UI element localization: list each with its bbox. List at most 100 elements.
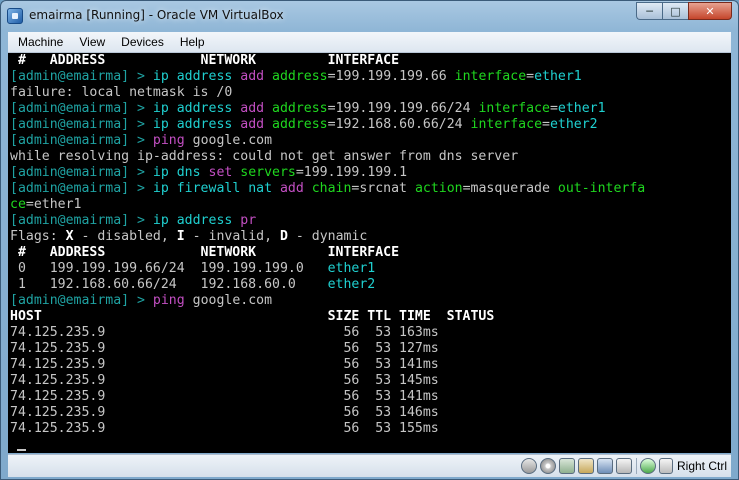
network-icon[interactable] bbox=[596, 458, 613, 474]
console-text-segment: = bbox=[542, 117, 550, 132]
console-text-segment: ether1 bbox=[534, 69, 582, 84]
console-text-segment: interface bbox=[454, 69, 527, 84]
console-text-segment: [admin@emairma] > bbox=[10, 69, 153, 84]
virtualbox-app-icon bbox=[7, 8, 23, 24]
menu-bar: Machine View Devices Help bbox=[8, 32, 731, 53]
text-cursor bbox=[17, 449, 26, 451]
display-icon[interactable] bbox=[615, 458, 632, 474]
console-line: [admin@emairma] > ip address pr bbox=[8, 213, 731, 229]
menu-machine[interactable]: Machine bbox=[12, 35, 69, 49]
console-line: failure: local netmask is /0 bbox=[8, 85, 731, 101]
console-text-segment: =199.199.199.66/24 bbox=[327, 101, 479, 116]
console-text-segment: =srcnat bbox=[351, 181, 415, 196]
console-line: HOST SIZE TTL TIME STATUS bbox=[8, 309, 731, 325]
console-line: while resolving ip-address: could not ge… bbox=[8, 149, 731, 165]
console-text-segment: ping bbox=[152, 133, 185, 148]
console-text-segment: =192.168.60.66/24 bbox=[327, 117, 471, 132]
console-text-segment: ip dns bbox=[152, 165, 201, 180]
console-line: 74.125.235.9 56 53 141ms bbox=[8, 357, 731, 373]
status-icons: Right Ctrl bbox=[518, 457, 727, 475]
console-line: # ADDRESS NETWORK INTERFACE bbox=[8, 245, 731, 261]
title-bar[interactable]: emairma [Running] - Oracle VM VirtualBox… bbox=[1, 1, 738, 31]
virtualbox-window: emairma [Running] - Oracle VM VirtualBox… bbox=[0, 0, 739, 480]
cd-icon[interactable] bbox=[539, 458, 556, 474]
console-text-segment: [admin@emairma] > bbox=[10, 165, 153, 180]
console-text-segment: address bbox=[264, 69, 328, 84]
console-text-segment: Flags: bbox=[10, 229, 66, 244]
console-text-segment: =masquerade bbox=[462, 181, 558, 196]
console-text-segment: [admin@emairma] > bbox=[10, 293, 153, 308]
console-text-segment: 74.125.235.9 56 53 141ms bbox=[10, 357, 439, 372]
console-text-segment: [admin@emairma] > bbox=[10, 181, 153, 196]
status-separator bbox=[635, 458, 637, 474]
console-text-segment: action bbox=[414, 181, 463, 196]
console-line: 1 192.168.60.66/24 192.168.60.0 ether2 bbox=[8, 277, 731, 293]
console-text-segment: [admin@emairma] > bbox=[10, 101, 153, 116]
console-text-segment: 74.125.235.9 56 53 127ms bbox=[10, 341, 439, 356]
console-text-segment: address bbox=[264, 101, 328, 116]
console-line: Flags: X - disabled, I - invalid, D - dy… bbox=[8, 229, 731, 245]
console-line: [admin@emairma] > ip dns set servers=199… bbox=[8, 165, 731, 181]
console-text-segment: while resolving ip-address: could not ge… bbox=[10, 149, 519, 164]
console-line: 0 199.199.199.66/24 199.199.199.0 ether1 bbox=[8, 261, 731, 277]
console-line: 74.125.235.9 56 53 146ms bbox=[8, 405, 731, 421]
console-text-segment: ip address bbox=[152, 117, 233, 132]
console-line: ce=ether1 bbox=[8, 197, 731, 213]
console-text-segment: add bbox=[232, 117, 265, 132]
hdd-icon[interactable] bbox=[520, 458, 537, 474]
console-text-segment: add bbox=[232, 69, 265, 84]
host-key-icon bbox=[658, 458, 673, 474]
menu-devices[interactable]: Devices bbox=[115, 35, 170, 49]
console-text-segment: 1 192.168.60.66/24 192.168.60.0 bbox=[10, 277, 328, 292]
mouse-integration-icon[interactable] bbox=[639, 458, 656, 474]
console-text-segment: [admin@emairma] > bbox=[10, 117, 153, 132]
console-text-segment: - invalid, bbox=[184, 229, 280, 244]
console-line: # ADDRESS NETWORK INTERFACE bbox=[8, 53, 731, 69]
console-text-segment: =199.199.199.1 bbox=[295, 165, 408, 180]
console-text-segment: ether2 bbox=[327, 277, 376, 292]
maximize-button[interactable]: □ bbox=[662, 2, 688, 20]
console-line: 74.125.235.9 56 53 155ms bbox=[8, 421, 731, 437]
console-text-segment: =199.199.199.66 bbox=[327, 69, 455, 84]
host-key-label: Right Ctrl bbox=[676, 459, 727, 473]
console-text-segment: =ether1 bbox=[25, 197, 82, 212]
status-bar: Right Ctrl bbox=[8, 454, 731, 477]
menu-help[interactable]: Help bbox=[174, 35, 211, 49]
console-text-segment: ce bbox=[10, 197, 26, 212]
console-text-segment: ether1 bbox=[327, 261, 376, 276]
console-text-segment: address bbox=[264, 117, 328, 132]
console-text-segment: interface bbox=[478, 101, 550, 116]
console-text-segment: failure: local netmask is /0 bbox=[10, 85, 233, 100]
console-text-segment: # ADDRESS NETWORK INTERFACE bbox=[10, 245, 400, 260]
window-controls: ─ □ ✕ bbox=[636, 2, 732, 21]
console-line: 74.125.235.9 56 53 145ms bbox=[8, 373, 731, 389]
menu-view[interactable]: View bbox=[73, 35, 111, 49]
console-text-segment: = bbox=[526, 69, 535, 84]
console-text-segment: servers bbox=[232, 165, 296, 180]
console-text-segment: [admin@emairma] > bbox=[10, 213, 153, 228]
console-text-segment: ip address bbox=[152, 213, 233, 228]
usb-icon[interactable] bbox=[558, 458, 575, 474]
console-line: [admin@emairma] > ip address add address… bbox=[8, 117, 731, 133]
console-text-segment: ip address bbox=[152, 101, 233, 116]
close-button[interactable]: ✕ bbox=[688, 2, 732, 20]
console-text-segment: pr bbox=[232, 213, 257, 228]
console-text-segment: google.com bbox=[184, 133, 273, 148]
console-text-segment: chain bbox=[303, 181, 352, 196]
console-line: 74.125.235.9 56 53 127ms bbox=[8, 341, 731, 357]
shared-folders-icon[interactable] bbox=[577, 458, 594, 474]
console-text-segment: 74.125.235.9 56 53 141ms bbox=[10, 389, 439, 404]
console-text-segment: 74.125.235.9 56 53 155ms bbox=[10, 421, 439, 436]
console-text-segment: 0 199.199.199.66/24 199.199.199.0 bbox=[10, 261, 328, 276]
console-text-segment: ping bbox=[152, 293, 185, 308]
console-text-segment: 74.125.235.9 56 53 145ms bbox=[10, 373, 439, 388]
console-text-segment: ether1 bbox=[557, 101, 606, 116]
vm-console[interactable]: # ADDRESS NETWORK INTERFACE [admin@emairm… bbox=[8, 53, 731, 453]
console-text-segment: [admin@emairma] > bbox=[10, 133, 153, 148]
console-line: 74.125.235.9 56 53 163ms bbox=[8, 325, 731, 341]
console-text-segment: - disabled, bbox=[73, 229, 177, 244]
console-text-segment: HOST SIZE TTL TIME STATUS bbox=[10, 309, 495, 324]
console-text-segment: X bbox=[65, 229, 74, 244]
console-line: [admin@emairma] > ip firewall nat add ch… bbox=[8, 181, 731, 197]
minimize-button[interactable]: ─ bbox=[636, 2, 662, 20]
